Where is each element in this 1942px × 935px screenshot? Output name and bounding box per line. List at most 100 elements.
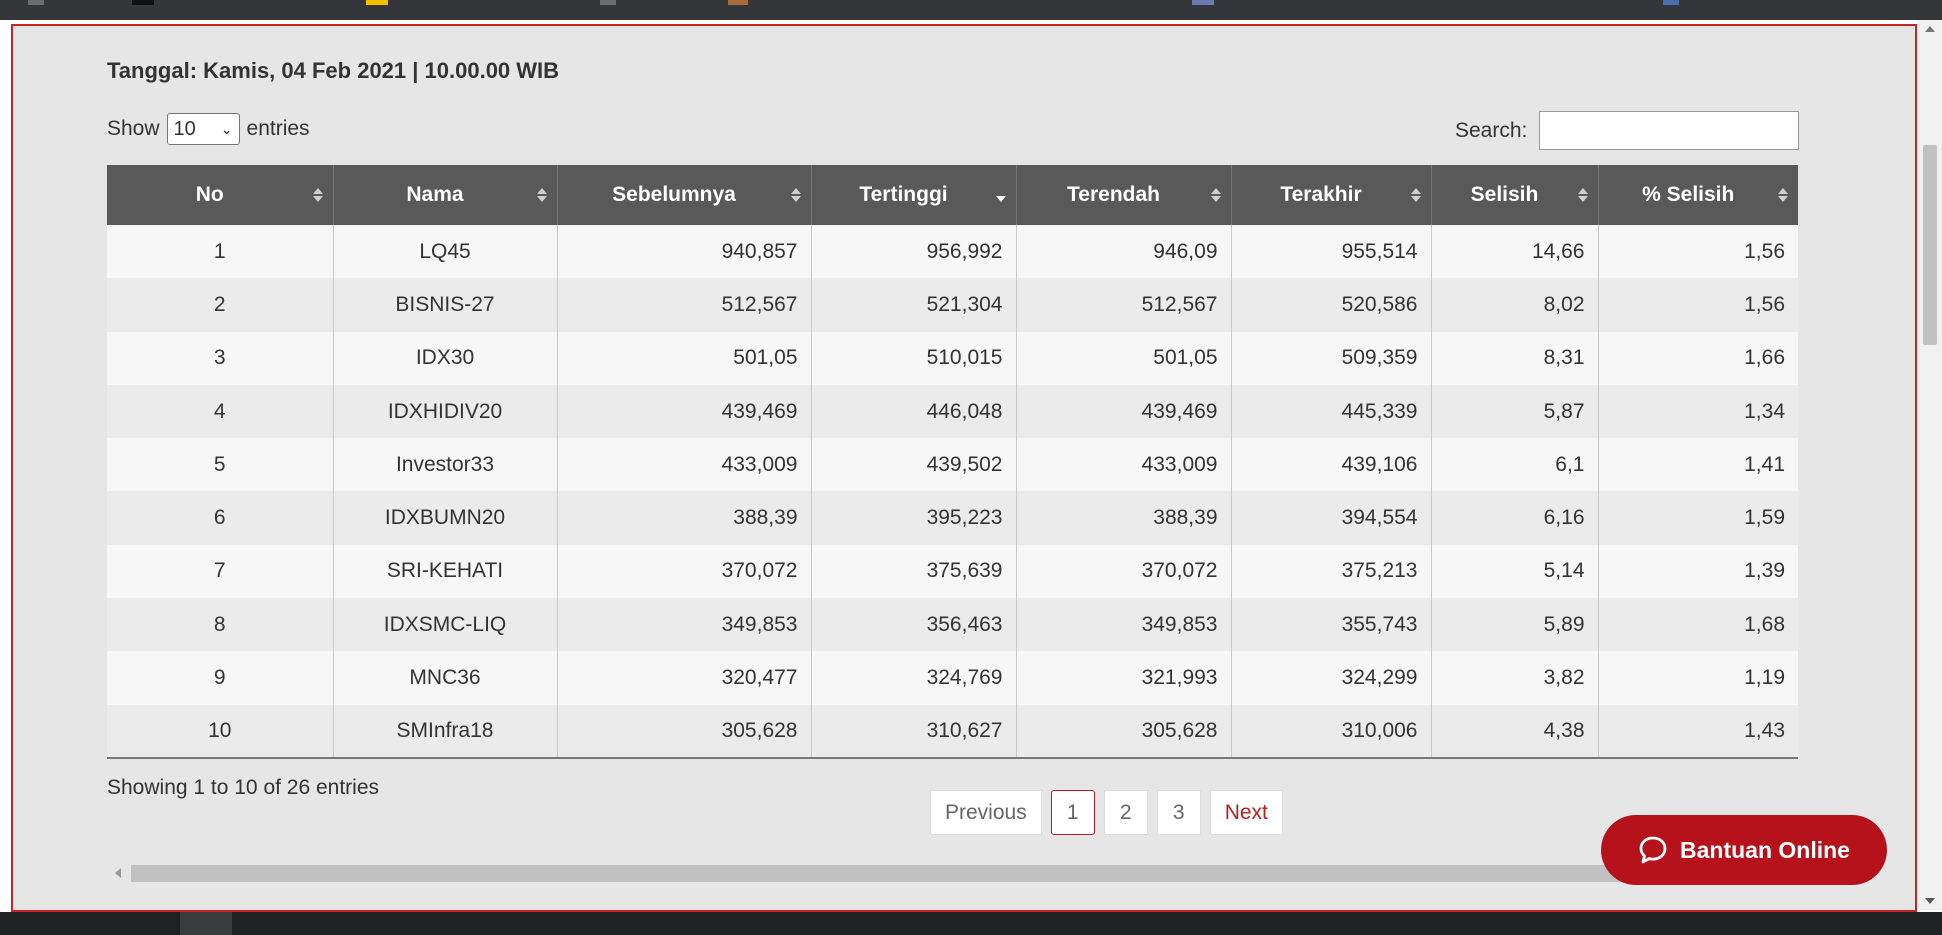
cell-selisih: 5,87 — [1431, 384, 1599, 439]
cell-persen-selisih: 1,56 — [1598, 278, 1798, 332]
bookmark-icon[interactable] — [366, 0, 388, 5]
column-header-label: Selisih — [1470, 183, 1539, 206]
entries-length-control: Show 10 ⌄ entries — [107, 113, 310, 145]
table-row: 5 Investor33 433,009 439,502 433,009 439,106 6… — [107, 438, 1798, 492]
column-header-label: Terendah — [1067, 183, 1160, 206]
sort-icon — [1210, 188, 1221, 202]
table-header-row: No Nama Sebelumnya Tertinggi Terendah Te… — [107, 165, 1798, 225]
table-info: Showing 1 to 10 of 26 entries — [107, 776, 380, 799]
search-label: Search: — [1455, 118, 1528, 142]
horizontal-scrollbar-thumb[interactable] — [131, 865, 1731, 882]
cell-tertinggi: 395,223 — [811, 491, 1017, 545]
cell-nama: IDXSMC-LIQ — [333, 598, 558, 652]
cell-terendah: 305,628 — [1016, 704, 1232, 759]
scroll-up-icon[interactable] — [1925, 26, 1935, 32]
cell-tertinggi: 356,463 — [811, 598, 1017, 652]
column-header-terendah[interactable]: Terendah — [1016, 165, 1232, 225]
cell-sebelumnya: 433,009 — [557, 438, 812, 492]
cell-tertinggi: 375,639 — [811, 544, 1017, 599]
sort-icon — [536, 188, 547, 202]
cell-terakhir: 955,514 — [1231, 225, 1432, 279]
page-scrollbar-thumb[interactable] — [1923, 145, 1937, 345]
chevron-down-icon: ⌄ — [220, 120, 233, 137]
table-row: 8 IDXSMC-LIQ 349,853 356,463 349,853 355,743 5… — [107, 598, 1798, 652]
cell-terendah: 321,993 — [1016, 651, 1232, 705]
cell-tertinggi: 324,769 — [811, 651, 1017, 705]
sort-desc-icon — [995, 188, 1006, 202]
column-header-nama[interactable]: Nama — [333, 165, 558, 225]
cell-sebelumnya: 501,05 — [557, 331, 812, 385]
cell-terendah: 349,853 — [1016, 598, 1232, 652]
column-header-label: No — [195, 183, 224, 206]
cell-sebelumnya: 512,567 — [557, 278, 812, 332]
cell-sebelumnya: 305,628 — [557, 704, 812, 759]
page-button-3[interactable]: 3 — [1156, 790, 1201, 835]
cell-terendah: 946,09 — [1016, 225, 1232, 279]
cell-terakhir: 375,213 — [1231, 544, 1432, 599]
cell-tertinggi: 446,048 — [811, 384, 1017, 439]
cell-tertinggi: 521,304 — [811, 278, 1017, 332]
cell-terendah: 370,072 — [1016, 544, 1232, 599]
column-header-tertinggi[interactable]: Tertinggi — [811, 165, 1017, 225]
cell-persen-selisih: 1,56 — [1598, 225, 1798, 279]
cell-sebelumnya: 349,853 — [557, 598, 812, 652]
bookmark-icon[interactable] — [600, 0, 616, 5]
column-header-label: Terakhir — [1280, 183, 1362, 206]
cell-no: 8 — [107, 598, 334, 652]
next-page-button[interactable]: Next — [1209, 790, 1283, 835]
scroll-down-icon[interactable] — [1925, 898, 1935, 904]
cell-no: 4 — [107, 384, 334, 439]
cell-nama: LQ45 — [333, 225, 558, 279]
column-header-no[interactable]: No — [107, 165, 334, 225]
taskbar-item[interactable] — [180, 912, 232, 935]
show-label: Show — [107, 117, 160, 140]
previous-page-button[interactable]: Previous — [930, 790, 1042, 835]
cell-sebelumnya: 940,857 — [557, 225, 812, 279]
table-row: 2 BISNIS-27 512,567 521,304 512,567 520,586 8,… — [107, 278, 1798, 332]
cell-no: 7 — [107, 544, 334, 599]
table-row: 1 LQ45 940,857 956,992 946,09 955,514 14,66 1,5… — [107, 225, 1798, 279]
column-header-persen-selisih[interactable]: % Selisih — [1598, 165, 1798, 225]
cell-tertinggi: 510,015 — [811, 331, 1017, 385]
cell-no: 5 — [107, 438, 334, 492]
cell-selisih: 6,16 — [1431, 491, 1599, 545]
bookmark-icon[interactable] — [132, 0, 154, 5]
entries-select[interactable]: 10 ⌄ — [166, 113, 240, 145]
page-vertical-scrollbar[interactable] — [1917, 20, 1942, 910]
cell-nama: SMInfra18 — [333, 704, 558, 759]
search-input[interactable] — [1539, 111, 1800, 150]
bookmark-icon[interactable] — [1663, 0, 1679, 5]
cell-persen-selisih: 1,34 — [1598, 384, 1798, 439]
cell-persen-selisih: 1,41 — [1598, 438, 1798, 492]
cell-no: 3 — [107, 331, 334, 385]
sort-icon — [1577, 188, 1588, 202]
page-title: Tanggal: Kamis, 04 Feb 2021 | 10.00.00 W… — [107, 58, 560, 83]
online-help-button[interactable]: Bantuan Online — [1601, 815, 1887, 885]
cell-no: 10 — [107, 704, 334, 759]
bookmark-icon[interactable] — [728, 0, 748, 5]
taskbar — [0, 912, 1942, 935]
column-header-sebelumnya[interactable]: Sebelumnya — [557, 165, 812, 225]
table-row: 7 SRI-KEHATI 370,072 375,639 370,072 375,213 5… — [107, 544, 1798, 599]
column-header-selisih[interactable]: Selisih — [1431, 165, 1599, 225]
page-button-2[interactable]: 2 — [1103, 790, 1148, 835]
column-header-label: % Selisih — [1642, 183, 1735, 206]
column-header-terakhir[interactable]: Terakhir — [1231, 165, 1432, 225]
cell-selisih: 4,38 — [1431, 704, 1599, 759]
search-control: Search: — [1455, 111, 1800, 150]
cell-tertinggi: 956,992 — [811, 225, 1017, 279]
table-row: 10 SMInfra18 305,628 310,627 305,628 310,006 4… — [107, 704, 1798, 759]
page-button-1[interactable]: 1 — [1050, 790, 1095, 835]
sort-icon — [312, 188, 323, 202]
cell-terakhir: 355,743 — [1231, 598, 1432, 652]
bookmark-icon[interactable] — [1192, 0, 1214, 5]
scroll-left-icon[interactable] — [115, 868, 121, 878]
table-row: 6 IDXBUMN20 388,39 395,223 388,39 394,554 6,16… — [107, 491, 1798, 545]
cell-terakhir: 310,006 — [1231, 704, 1432, 759]
cell-terakhir: 520,586 — [1231, 278, 1432, 332]
cell-terendah: 433,009 — [1016, 438, 1232, 492]
cell-terakhir: 324,299 — [1231, 651, 1432, 705]
cell-terakhir: 445,339 — [1231, 384, 1432, 439]
bookmark-icon[interactable] — [28, 0, 44, 5]
cell-nama: Investor33 — [333, 438, 558, 492]
